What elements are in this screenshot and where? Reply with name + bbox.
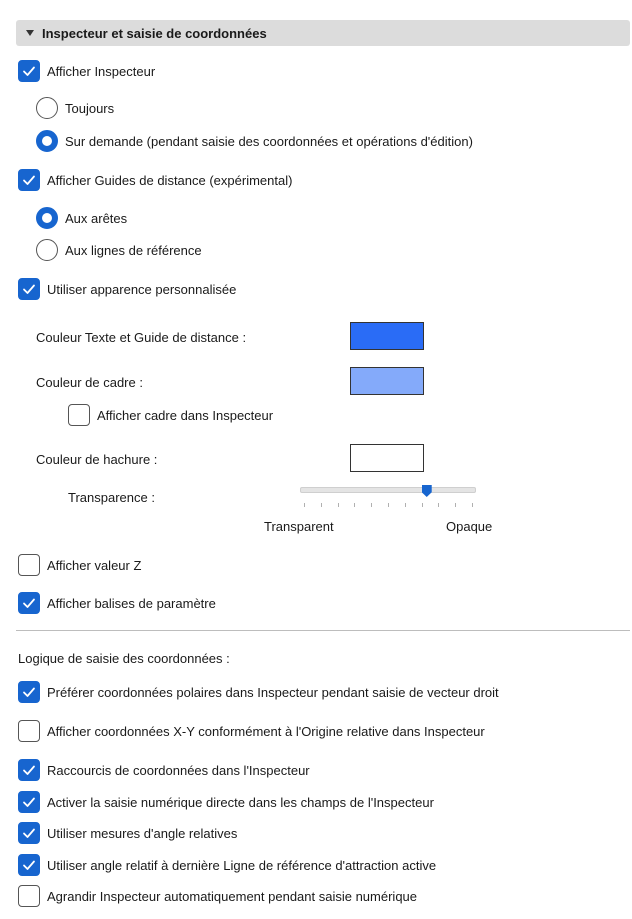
balises-checkbox[interactable] [18,592,40,614]
slider-tick [304,503,305,507]
checkmark-icon [23,284,35,294]
logic-option-label: Préférer coordonnées polaires dans Inspe… [47,684,499,700]
aux-lignes-radio[interactable] [36,239,58,261]
valeur-z-checkbox[interactable] [18,554,40,576]
inspector-settings-panel: Inspecteur et saisie de coordonnées Affi… [0,0,632,919]
logic-option-checkbox[interactable] [18,681,40,703]
checkmark-icon [23,765,35,775]
slider-tick [320,503,322,507]
toujours-radio[interactable] [36,97,58,119]
logic-option-1[interactable]: Afficher coordonnées X-Y conformément à … [18,720,485,742]
afficher-cadre-checkbox[interactable] [68,404,90,426]
checkmark-icon [23,175,35,185]
section-header[interactable]: Inspecteur et saisie de coordonnées [16,20,630,46]
section-divider [16,630,630,631]
logic-option-label: Raccourcis de coordonnées dans l'Inspect… [47,762,310,778]
couleur-hachure-swatch[interactable] [350,444,424,472]
couleur-cadre-label: Couleur de cadre : [36,375,143,390]
aux-aretes-radio[interactable] [36,207,58,229]
logic-option-label: Afficher coordonnées X-Y conformément à … [47,723,485,739]
valeur-z-label: Afficher valeur Z [47,557,142,573]
transparent-label: Transparent [264,519,334,534]
transparence-label: Transparence : [68,490,155,505]
logic-option-0[interactable]: Préférer coordonnées polaires dans Inspe… [18,681,499,703]
checkmark-icon [23,598,35,608]
guides-distance-label: Afficher Guides de distance (expérimenta… [47,172,293,188]
logic-option-checkbox[interactable] [18,759,40,781]
aux-lignes-label: Aux lignes de référence [65,242,202,258]
logic-option-label: Agrandir Inspecteur automatiquement pend… [47,888,418,904]
slider-tick [354,503,356,507]
toujours-label: Toujours [65,100,115,116]
logic-option-3[interactable]: Activer la saisie numérique directe dans… [18,791,434,813]
logic-option-label: Activer la saisie numérique directe dans… [47,794,434,810]
couleur-cadre-swatch[interactable] [350,367,424,395]
balises-label: Afficher balises de paramètre [47,595,216,611]
logic-option-checkbox[interactable] [18,854,40,876]
aux-aretes-option[interactable]: Aux arêtes [36,207,127,229]
slider-tick [421,503,423,507]
transparence-slider-track[interactable] [300,487,476,493]
logic-option-label: Utiliser mesures d'angle relatives [47,825,238,841]
logic-option-4[interactable]: Utiliser mesures d'angle relatives [18,822,237,844]
logic-option-label: Utiliser angle relatif à dernière Ligne … [47,857,437,873]
sur-demande-label: Sur demande (pendant saisie des coordonn… [65,133,473,149]
logic-title: Logique de saisie des coordonnées : [18,651,230,666]
slider-tick [472,503,473,507]
slider-tick [337,503,339,507]
logic-option-checkbox[interactable] [18,720,40,742]
guides-distance-option[interactable]: Afficher Guides de distance (expérimenta… [18,169,292,191]
couleur-texte-label: Couleur Texte et Guide de distance : [36,330,247,345]
afficher-cadre-label: Afficher cadre dans Inspecteur [97,407,274,423]
afficher-inspecteur-label: Afficher Inspecteur [47,63,156,79]
logic-option-checkbox[interactable] [18,885,40,907]
guides-distance-checkbox[interactable] [18,169,40,191]
valeur-z-option[interactable]: Afficher valeur Z [18,554,141,576]
collapse-triangle-icon[interactable] [26,30,34,36]
logic-option-2[interactable]: Raccourcis de coordonnées dans l'Inspect… [18,759,310,781]
apparence-perso-checkbox[interactable] [18,278,40,300]
opaque-label: Opaque [446,519,493,534]
logic-option-6[interactable]: Agrandir Inspecteur automatiquement pend… [18,885,417,907]
afficher-inspecteur-checkbox[interactable] [18,60,40,82]
balises-option[interactable]: Afficher balises de paramètre [18,592,216,614]
slider-tick [404,503,406,507]
logic-option-checkbox[interactable] [18,822,40,844]
checkmark-icon [23,797,35,807]
sur-demande-radio[interactable] [36,130,58,152]
aux-aretes-label: Aux arêtes [65,210,128,226]
slider-tick [455,503,457,507]
slider-tick [371,503,373,507]
checkmark-icon [23,828,35,838]
couleur-hachure-label: Couleur de hachure : [36,452,158,467]
sur-demande-option[interactable]: Sur demande (pendant saisie des coordonn… [36,130,473,152]
section-title: Inspecteur et saisie de coordonnées [42,25,267,41]
checkmark-icon [23,687,35,697]
afficher-cadre-option[interactable]: Afficher cadre dans Inspecteur [68,404,273,426]
aux-lignes-option[interactable]: Aux lignes de référence [36,239,202,261]
couleur-texte-swatch[interactable] [350,322,424,350]
slider-tick [388,503,389,507]
transparence-slider-thumb[interactable] [421,485,432,497]
checkmark-icon [23,860,35,870]
slider-tick [438,503,440,507]
apparence-perso-option[interactable]: Utiliser apparence personnalisée [18,278,236,300]
toujours-option[interactable]: Toujours [36,97,114,119]
logic-option-checkbox[interactable] [18,791,40,813]
apparence-perso-label: Utiliser apparence personnalisée [47,281,237,297]
checkmark-icon [23,66,35,76]
logic-option-5[interactable]: Utiliser angle relatif à dernière Ligne … [18,854,436,876]
afficher-inspecteur-option[interactable]: Afficher Inspecteur [18,60,155,82]
